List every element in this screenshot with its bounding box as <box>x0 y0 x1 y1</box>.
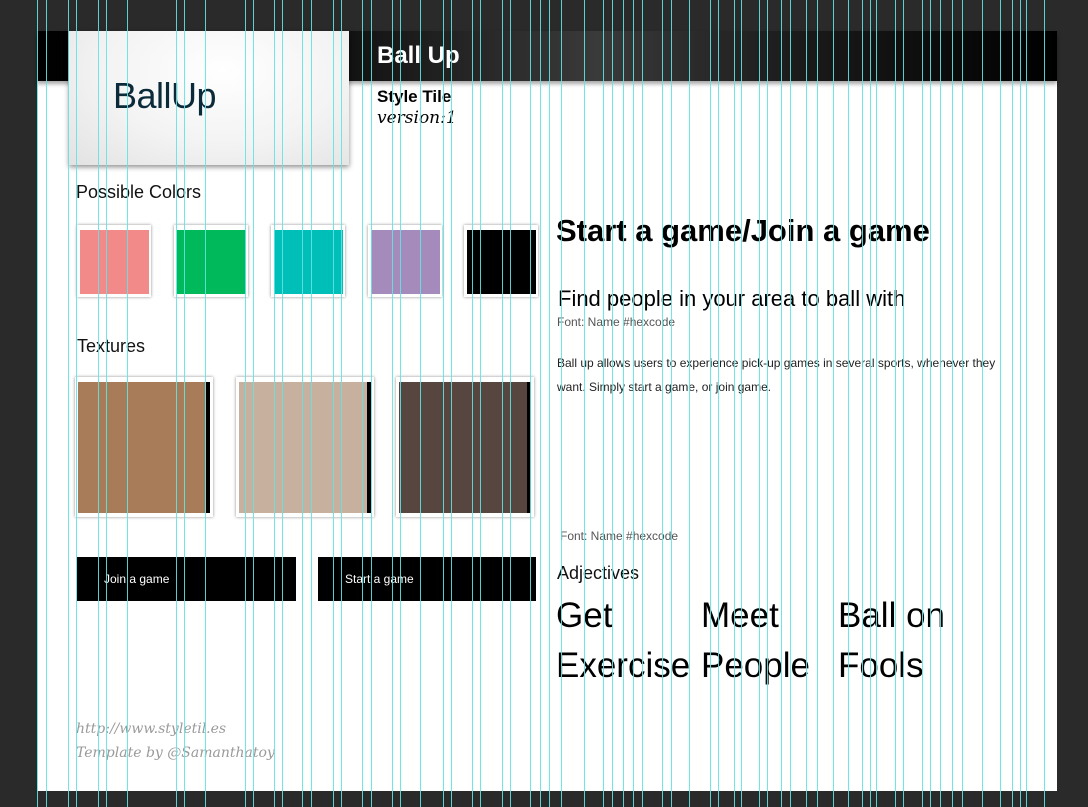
texture-fill <box>399 382 527 513</box>
app-title: Ball Up <box>377 42 460 69</box>
texture-tile <box>75 377 213 517</box>
adjective-word: Ball on Fools <box>838 596 946 685</box>
swatch-fill <box>371 230 440 294</box>
swatch-fill <box>274 230 343 294</box>
color-swatch <box>464 225 538 297</box>
font-note: Font: Name #hexcode <box>560 529 679 543</box>
textures-heading: Textures <box>77 336 146 356</box>
color-swatch <box>271 225 345 297</box>
swatch-fill <box>80 230 149 294</box>
font-note: Font: Name #hexcode <box>557 315 676 329</box>
texture-tile <box>396 377 534 517</box>
tile-title: Style Tile <box>377 87 452 106</box>
swatch-fill <box>467 230 536 294</box>
adjective-word: Get Exercise <box>556 596 691 685</box>
texture-tile <box>236 377 374 517</box>
colors-heading: Possible Colors <box>76 182 202 202</box>
start-game-button[interactable]: Start a game <box>318 557 536 601</box>
color-swatch <box>77 225 151 297</box>
start-game-label: Start a game <box>345 572 414 586</box>
footer-url[interactable]: http://www.styletil.es <box>76 717 275 741</box>
adjective-word: Meet People <box>701 596 810 685</box>
subheading: Find people in your area to ball with <box>558 286 906 311</box>
tile-version: version:1 <box>377 108 457 128</box>
footer-credit: Template by @Samanthatoy <box>76 745 275 761</box>
logo-card: BallUp <box>69 31 349 165</box>
texture-fill <box>239 382 367 513</box>
join-game-label: Join a game <box>104 572 170 586</box>
join-game-button[interactable]: Join a game <box>77 557 296 601</box>
texture-edge <box>367 382 371 513</box>
texture-edge <box>527 382 531 513</box>
body-copy: Ball up allows users to experience pick-… <box>557 356 996 394</box>
adjectives-heading: Adjectives <box>557 563 640 583</box>
main-heading: Start a game/Join a game <box>556 213 930 248</box>
logo: BallUp <box>113 75 217 116</box>
footer: http://www.styletil.es Template by @Sama… <box>76 717 275 765</box>
texture-edge <box>206 382 210 513</box>
texture-fill <box>78 382 206 513</box>
swatch-fill <box>177 230 246 294</box>
color-swatch <box>174 225 248 297</box>
color-swatch <box>368 225 442 297</box>
style-tile-canvas: BallUp Ball Up Style Tile version:1 Poss… <box>37 31 1057 791</box>
